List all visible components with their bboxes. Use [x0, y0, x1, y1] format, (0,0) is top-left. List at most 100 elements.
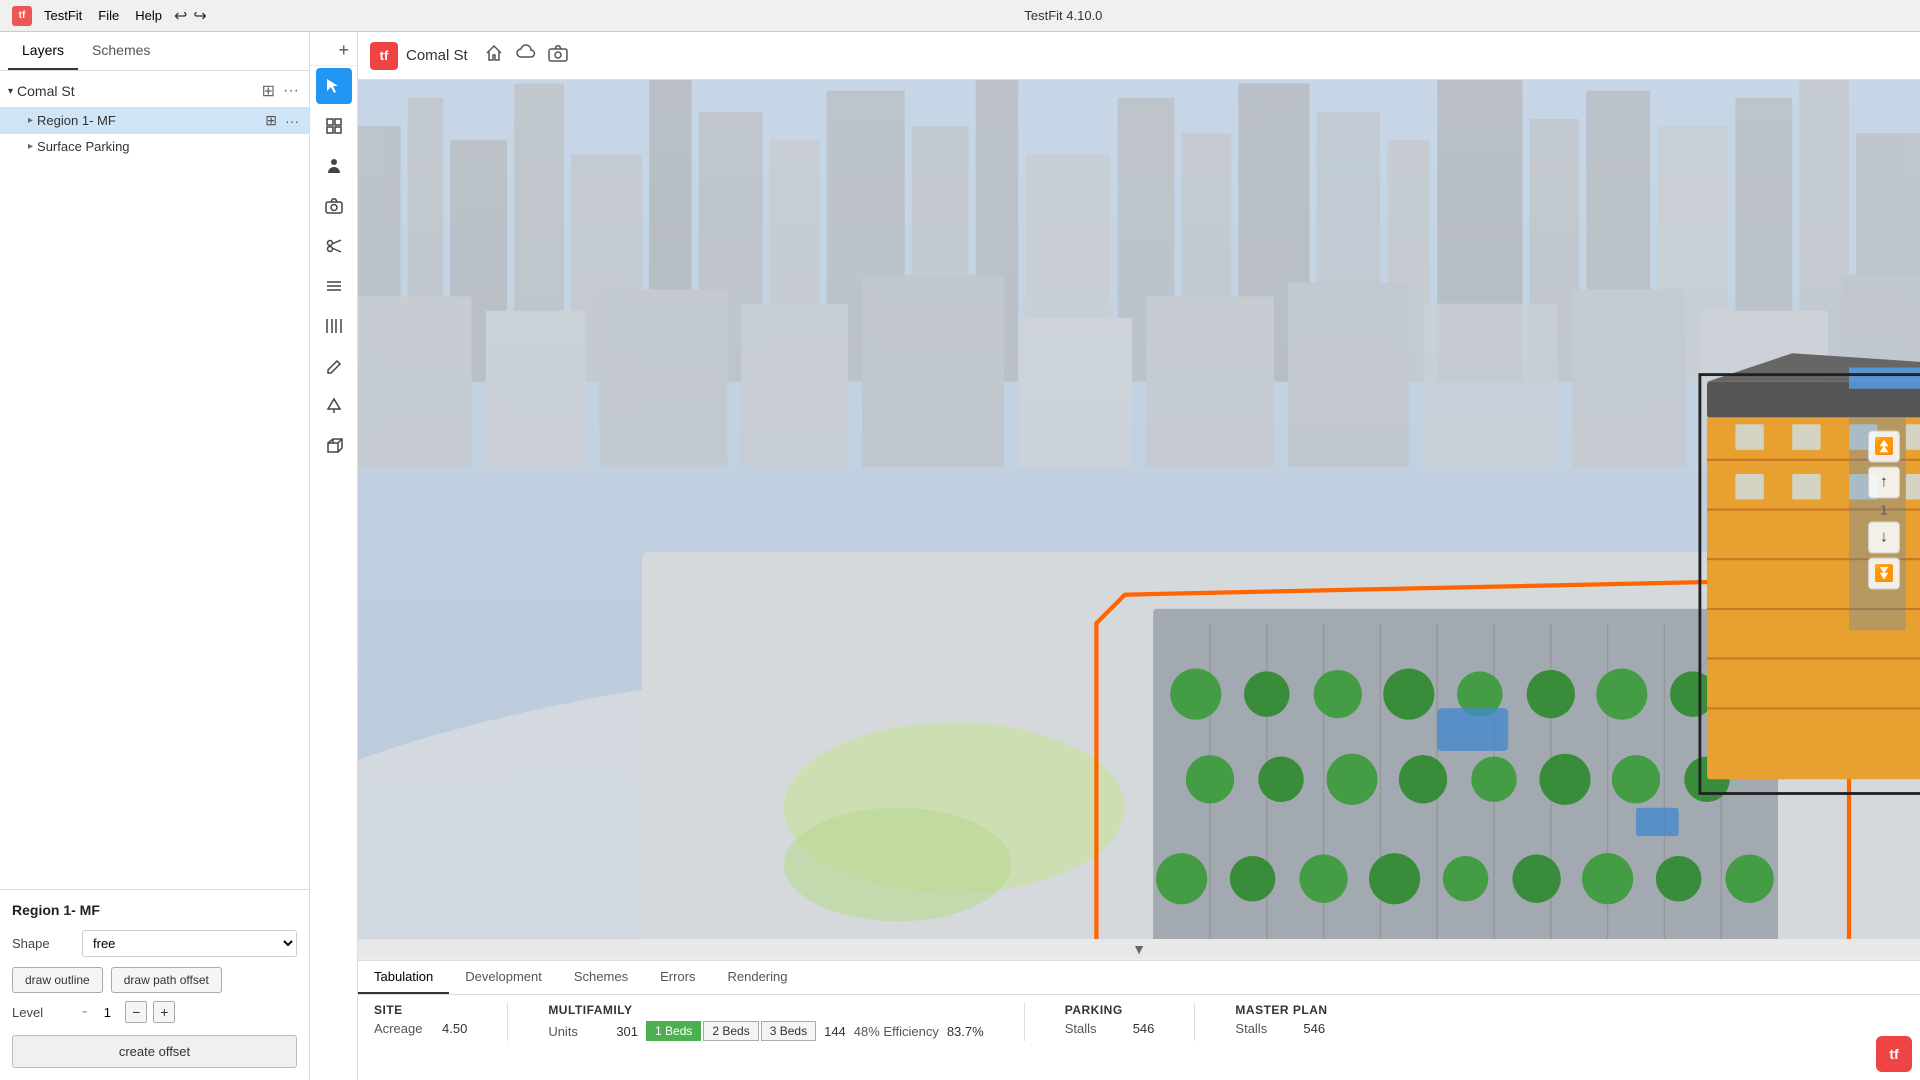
menu-bar: TestFit File Help — [44, 8, 162, 23]
tool-person[interactable] — [316, 148, 352, 184]
viewport-logo: tf — [370, 42, 398, 70]
toolbar-add-button[interactable]: + — [338, 40, 349, 61]
parking-stalls-row: Stalls 546 — [1065, 1021, 1155, 1036]
level-minus-label: - — [82, 1003, 87, 1021]
app-logo: tf — [12, 6, 32, 26]
chevron-right-icon-2: ▸ — [28, 141, 33, 152]
city-scene — [358, 80, 1920, 939]
bottom-panel: Tabulation Development Schemes Errors Re… — [358, 960, 1920, 1080]
main-area: Layers Schemes ▾ Comal St ⊞ ··· ▸ Region… — [0, 32, 1920, 1080]
menu-testfit[interactable]: TestFit — [44, 8, 82, 23]
acreage-value: 4.50 — [442, 1021, 467, 1036]
chevron-down-icon: ▾ — [8, 86, 13, 97]
tool-tree[interactable] — [316, 388, 352, 424]
tool-camera[interactable] — [316, 188, 352, 224]
tab-errors[interactable]: Errors — [644, 961, 711, 994]
nav-zoom-out-button[interactable]: ↓ — [1868, 521, 1900, 553]
divider-3 — [1194, 1003, 1195, 1041]
tab-tabulation[interactable]: Tabulation — [358, 961, 449, 994]
layer-item-view-button[interactable]: ⊞ — [263, 112, 279, 129]
tool-select[interactable] — [316, 68, 352, 104]
nav-controls: ⏫ ↑ 1 ↓ ⏬ — [1868, 430, 1900, 589]
divider-2 — [1024, 1003, 1025, 1041]
menu-file[interactable]: File — [98, 8, 119, 23]
level-controls: - 1 − + — [82, 1001, 175, 1023]
layer-item-actions: ⊞ ··· — [263, 112, 301, 129]
multifamily-title: MULTIFAMILY — [548, 1003, 983, 1017]
level-label: Level — [12, 1005, 82, 1020]
layer-more-button[interactable]: ··· — [281, 81, 301, 101]
layer-add-button[interactable]: ⊞ — [260, 81, 277, 101]
masterplan-stalls-label: Stalls — [1235, 1021, 1295, 1036]
draw-outline-button[interactable]: draw outline — [12, 967, 103, 993]
viewport-home-button[interactable] — [484, 43, 504, 68]
tab-schemes[interactable]: Schemes — [558, 961, 644, 994]
layer-item-surface-parking[interactable]: ▸ Surface Parking — [0, 134, 309, 159]
tool-scissors[interactable] — [316, 228, 352, 264]
footer-logo: tf — [1876, 1036, 1912, 1072]
bed-btn-3[interactable]: 3 Beds — [761, 1021, 816, 1041]
left-panel: Layers Schemes ▾ Comal St ⊞ ··· ▸ Region… — [0, 32, 310, 1080]
shape-label: Shape — [12, 936, 82, 951]
units-value: 301 — [616, 1024, 638, 1039]
menu-help[interactable]: Help — [135, 8, 162, 23]
tool-columns[interactable] — [316, 308, 352, 344]
parking-title: PARKING — [1065, 1003, 1155, 1017]
viewport-3d[interactable]: ⏫ ↑ 1 ↓ ⏬ — [358, 80, 1920, 939]
shape-select[interactable]: free rectangular custom — [82, 930, 297, 957]
divider-1 — [507, 1003, 508, 1041]
efficiency-label: 48% Efficiency — [854, 1024, 939, 1039]
tab-rendering[interactable]: Rendering — [711, 961, 803, 994]
layer-name-region1mf: Region 1- MF — [37, 113, 263, 128]
properties-title: Region 1- MF — [12, 902, 297, 918]
tool-cube[interactable] — [316, 428, 352, 464]
draw-buttons: draw outline draw path offset — [12, 967, 297, 993]
bottom-tabs: Tabulation Development Schemes Errors Re… — [358, 961, 1920, 995]
level-row: Level - 1 − + — [12, 1001, 297, 1023]
parking-stalls-label: Stalls — [1065, 1021, 1125, 1036]
tab-layers[interactable]: Layers — [8, 32, 78, 70]
parking-stalls-value: 546 — [1133, 1021, 1155, 1036]
viewport-camera-button[interactable] — [548, 43, 568, 68]
layer-group-name: Comal St — [17, 83, 260, 99]
bed-btn-1[interactable]: 1 Beds — [646, 1021, 701, 1041]
app-version: TestFit 4.10.0 — [219, 8, 1908, 23]
create-offset-button[interactable]: create offset — [12, 1035, 297, 1068]
nav-zoom-in-max-button[interactable]: ⏫ — [1868, 430, 1900, 462]
viewport-cloud-button[interactable] — [516, 43, 536, 68]
masterplan-stalls-row: Stalls 546 — [1235, 1021, 1327, 1036]
layer-item-more-button[interactable]: ··· — [283, 112, 301, 129]
beds-selector: 1 Beds 2 Beds 3 Beds — [646, 1021, 816, 1041]
layer-group-actions: ⊞ ··· — [260, 81, 301, 101]
shape-value-container: free rectangular custom — [82, 930, 297, 957]
draw-path-offset-button[interactable]: draw path offset — [111, 967, 222, 993]
toolbar-top: + — [310, 36, 357, 66]
viewport-title: Comal St — [406, 47, 468, 64]
layer-item-region1mf[interactable]: ▸ Region 1- MF ⊞ ··· — [0, 107, 309, 134]
viewport-header: tf Comal St — [358, 32, 1920, 80]
masterplan-stats: MASTER PLAN Stalls 546 — [1235, 1003, 1327, 1036]
shape-row: Shape free rectangular custom — [12, 930, 297, 957]
bed-btn-2[interactable]: 2 Beds — [703, 1021, 758, 1041]
collapse-button[interactable]: ▼ — [1124, 939, 1154, 959]
tool-grid[interactable] — [316, 108, 352, 144]
toolbar: + — [310, 32, 358, 1080]
collapse-row: ▼ — [358, 939, 1920, 960]
bottom-content: SITE Acreage 4.50 MULTIFAMILY Units 301 … — [358, 995, 1920, 1049]
nav-zoom-out-max-button[interactable]: ⏬ — [1868, 557, 1900, 589]
panel-tabs: Layers Schemes — [0, 32, 309, 71]
tool-pencil[interactable] — [316, 348, 352, 384]
masterplan-stalls-value: 546 — [1303, 1021, 1325, 1036]
chevron-right-icon: ▸ — [28, 115, 33, 126]
layer-group-comal-st[interactable]: ▾ Comal St ⊞ ··· — [0, 75, 309, 107]
site-stats: SITE Acreage 4.50 — [374, 1003, 467, 1036]
tab-schemes[interactable]: Schemes — [78, 32, 164, 70]
level-decrement-button[interactable]: − — [125, 1001, 147, 1023]
level-increment-button[interactable]: + — [153, 1001, 175, 1023]
nav-zoom-in-button[interactable]: ↑ — [1868, 466, 1900, 498]
tool-lines[interactable] — [316, 268, 352, 304]
viewport-nav-icons — [484, 43, 568, 68]
undo-button[interactable]: ↩ — [174, 6, 187, 26]
tab-development[interactable]: Development — [449, 961, 558, 994]
redo-button[interactable]: ↪ — [193, 6, 206, 26]
